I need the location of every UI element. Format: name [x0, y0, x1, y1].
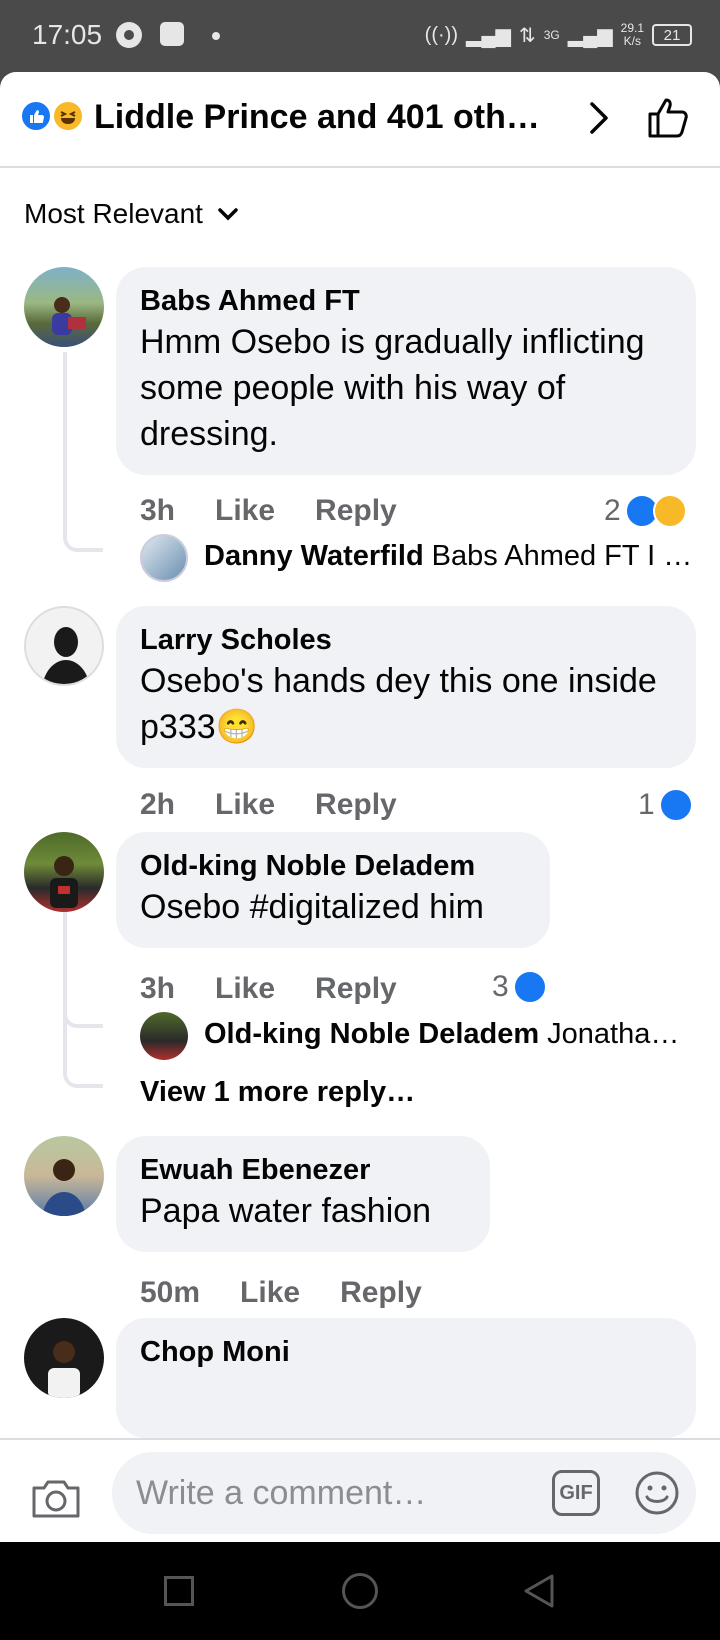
commenter-name[interactable]: Chop Moni	[140, 1334, 672, 1370]
app-notification-icon	[160, 22, 184, 46]
like-button[interactable]: Like	[215, 788, 275, 822]
comment-bubble[interactable]: Old-king Noble Deladem Osebo #digitalize…	[116, 832, 550, 948]
status-bar: 17:05 ((·)) ▂▄▆ ⇅ 3G ▂▄▆ 29.1 K/s 21	[0, 0, 720, 70]
reply-button[interactable]: Reply	[315, 972, 397, 1006]
comment-input[interactable]	[112, 1452, 696, 1534]
reply-text: Babs Ahmed FT I …	[431, 540, 693, 572]
chevron-down-icon	[218, 208, 238, 221]
avatar[interactable]	[24, 606, 104, 686]
comment-bubble[interactable]: Larry Scholes Osebo's hands dey this one…	[116, 606, 696, 768]
reply-button[interactable]: Reply	[315, 494, 397, 528]
thumbs-up-icon[interactable]	[644, 94, 692, 142]
chrome-icon	[116, 22, 142, 48]
reply-text: Jonatha…	[547, 1018, 680, 1050]
reply-preview[interactable]: Old-king Noble Deladem Jonatha…	[204, 1018, 696, 1051]
reaction-count-value: 2	[604, 494, 621, 527]
thread-line	[63, 912, 103, 1088]
like-reaction-icon	[20, 100, 52, 132]
avatar[interactable]	[140, 534, 188, 582]
reply-button[interactable]: Reply	[315, 788, 397, 822]
thread-line	[63, 352, 103, 552]
reactions-header[interactable]: Liddle Prince and 401 oth…	[0, 72, 720, 168]
commenter-name[interactable]: Larry Scholes	[140, 622, 672, 658]
commenter-name[interactable]: Babs Ahmed FT	[140, 283, 672, 319]
avatar[interactable]	[24, 832, 104, 912]
comment-bubble[interactable]: Ewuah Ebenezer Papa water fashion	[116, 1136, 490, 1252]
comment-actions: 3h Like Reply	[140, 972, 397, 1006]
network-type: 3G	[543, 28, 560, 42]
comments-sheet: Liddle Prince and 401 oth… Most Relevant…	[0, 72, 720, 1542]
comment-time[interactable]: 3h	[140, 972, 175, 1006]
comment-time[interactable]: 2h	[140, 788, 175, 822]
avatar[interactable]	[24, 1318, 104, 1398]
avatar[interactable]	[140, 1012, 188, 1060]
like-button[interactable]: Like	[215, 494, 275, 528]
reply-button[interactable]: Reply	[340, 1276, 422, 1310]
signal-icon-2: ▂▄▆	[567, 24, 613, 47]
emoji-icon[interactable]	[634, 1470, 680, 1516]
speed-unit: K/s	[623, 34, 641, 48]
gif-icon[interactable]: GIF	[552, 1470, 600, 1516]
hotspot-icon: ((·))	[424, 23, 458, 46]
comment-text: Osebo #digitalized him	[140, 888, 484, 926]
reaction-count-value: 3	[492, 970, 509, 1003]
recents-button[interactable]	[164, 1576, 194, 1606]
home-button[interactable]	[342, 1573, 378, 1609]
comments-list[interactable]: Babs Ahmed FT Hmm Osebo is gradually inf…	[0, 252, 720, 1510]
battery-level: 21	[663, 26, 681, 44]
like-reaction-icon	[658, 788, 693, 822]
reaction-count[interactable]: 3	[492, 970, 547, 1004]
comment-text: Papa water fashion	[140, 1192, 432, 1230]
haha-reaction-icon	[52, 100, 84, 132]
reply-preview[interactable]: Danny Waterfild Babs Ahmed FT I …	[204, 540, 696, 573]
comment-text: Hmm Osebo is gradually inflicting some p…	[140, 323, 645, 453]
replier-name[interactable]: Danny Waterfild	[204, 540, 424, 572]
status-indicators: ((·)) ▂▄▆ ⇅ 3G ▂▄▆ 29.1 K/s 21	[425, 20, 692, 50]
commenter-name[interactable]: Old-king Noble Deladem	[140, 848, 526, 884]
comment-bubble[interactable]: Chop Moni	[116, 1318, 696, 1438]
more-notifications-icon	[212, 32, 220, 40]
view-more-replies-link[interactable]: View 1 more reply…	[140, 1076, 415, 1109]
comment-time[interactable]: 3h	[140, 494, 175, 528]
like-button[interactable]: Like	[215, 972, 275, 1006]
status-time: 17:05	[32, 19, 103, 50]
reaction-count-value: 1	[638, 788, 655, 821]
replier-name[interactable]: Old-king Noble Deladem	[204, 1018, 539, 1050]
avatar[interactable]	[24, 267, 104, 347]
like-button[interactable]: Like	[240, 1276, 300, 1310]
comment-actions: 2h Like Reply	[140, 788, 397, 822]
reactions-summary[interactable]: Liddle Prince and 401 oth…	[94, 98, 554, 137]
battery-icon: 21	[652, 24, 692, 46]
comment-text: Osebo's hands dey this one inside p333😁	[140, 662, 657, 746]
signal-icon: ▂▄▆	[465, 24, 511, 47]
comment-time[interactable]: 50m	[140, 1276, 200, 1310]
reaction-count[interactable]: 1	[638, 788, 693, 822]
system-nav-bar	[0, 1542, 720, 1640]
gif-label: GIF	[559, 1481, 593, 1504]
network-speed: 29.1 K/s	[621, 22, 644, 48]
avatar[interactable]	[24, 1136, 104, 1216]
speed-value: 29.1	[620, 21, 644, 35]
haha-reaction-icon	[652, 494, 687, 528]
comment-actions: 50m Like Reply	[140, 1276, 422, 1310]
back-button[interactable]	[522, 1573, 556, 1609]
comment-bubble[interactable]: Babs Ahmed FT Hmm Osebo is gradually inf…	[116, 267, 696, 475]
sort-dropdown[interactable]: Most Relevant	[24, 198, 239, 230]
camera-icon[interactable]	[30, 1476, 82, 1520]
sort-label: Most Relevant	[24, 198, 203, 229]
comment-composer: GIF	[0, 1438, 720, 1542]
reaction-count[interactable]: 2	[604, 494, 687, 528]
comment-actions: 3h Like Reply	[140, 494, 397, 528]
commenter-name[interactable]: Ewuah Ebenezer	[140, 1152, 466, 1188]
like-reaction-icon	[512, 970, 547, 1004]
data-transfer-icon: ⇅	[518, 24, 536, 47]
chevron-right-icon[interactable]	[578, 98, 618, 138]
